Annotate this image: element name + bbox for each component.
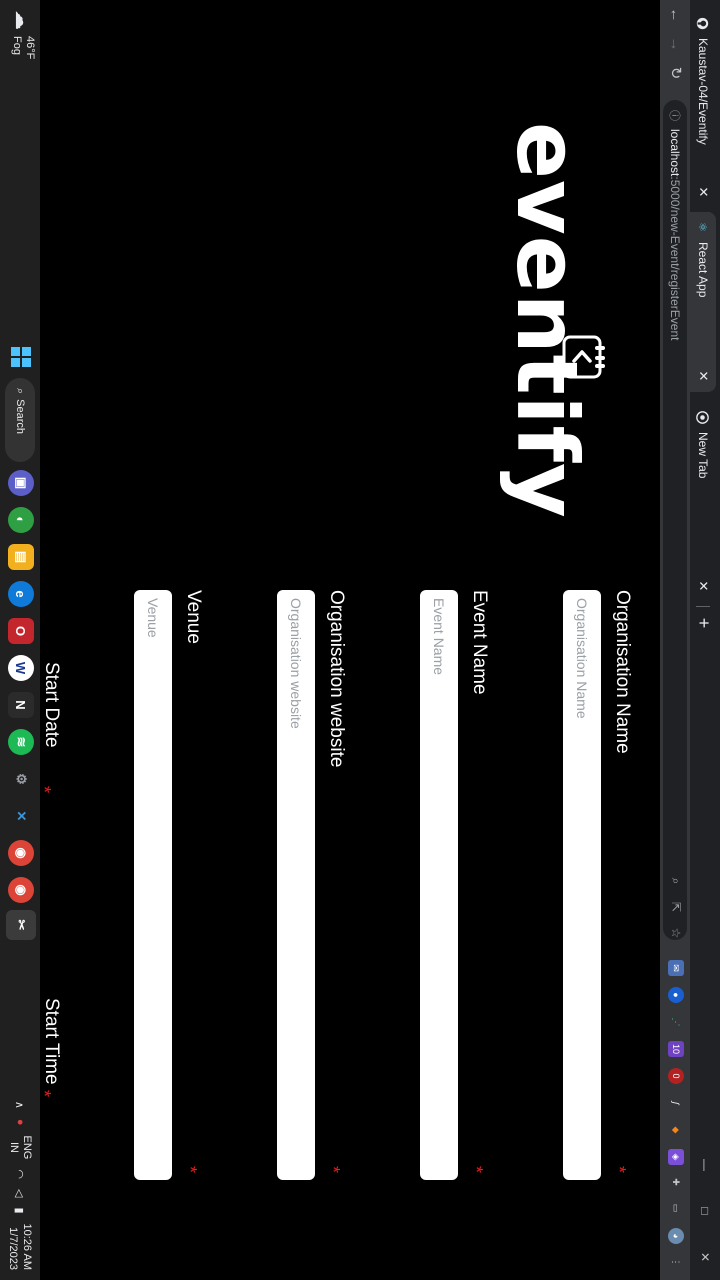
logo: eventify [498, 116, 605, 519]
venue-input[interactable] [134, 590, 172, 1180]
close-window-button[interactable]: ✕ [690, 1234, 720, 1280]
file-explorer-icon[interactable]: ▤ [8, 544, 34, 570]
field-event-name: Event Name * [420, 590, 490, 1190]
organisation-website-input[interactable] [277, 590, 315, 1180]
window-controls: — □ ✕ [690, 1142, 720, 1280]
tab-label: New Tab [696, 432, 710, 479]
settings-gear-icon[interactable]: ⚙ [8, 766, 34, 792]
address-bar[interactable]: ⓘ localhost:5000/new-Event/registerEvent [663, 100, 687, 940]
close-icon[interactable]: ✕ [695, 368, 711, 384]
weather-condition: Fog [11, 36, 23, 55]
chrome-icon [696, 410, 710, 424]
screen: Kaustav-04/Eventify ✕ ⚛ React App ✕ New … [0, 0, 720, 1280]
clock[interactable]: 10:26 AM 1/7/2023 [6, 1224, 34, 1270]
react-icon: ⚛ [696, 222, 709, 232]
required-mark: * [466, 1166, 486, 1174]
url-path: :5000/new-Event/registerEvent [668, 176, 682, 341]
field-label: Organisation Name [612, 590, 633, 754]
menu-icon[interactable]: ⋮ [668, 1254, 684, 1270]
start-date-label: Start Date [41, 662, 62, 748]
field-organisation-website: Organisation website * [277, 590, 347, 1190]
tab-github[interactable]: Kaustav-04/Eventify ✕ [690, 8, 716, 208]
office-icon[interactable]: O [8, 618, 34, 644]
weather-temp: 46°F [24, 36, 36, 60]
github-icon [696, 16, 710, 30]
zoom-icon[interactable]: ⌕ [667, 872, 685, 890]
minimize-button[interactable]: — [690, 1142, 720, 1188]
required-mark: * [323, 1166, 343, 1174]
puzzle-icon[interactable]: ✚ [668, 1174, 684, 1190]
extension-icon[interactable]: 0 [668, 1068, 684, 1084]
wifi-icon[interactable]: ◠ [14, 1169, 27, 1179]
reload-button[interactable]: ↻ [664, 62, 686, 84]
field-label: Event Name [469, 590, 490, 695]
snipping-tool-icon[interactable]: ✂ [6, 910, 36, 940]
weather-widget[interactable]: ☁ 46°F Fog [10, 10, 36, 59]
search-icon: ⌕ [14, 388, 27, 395]
required-mark: * [180, 1166, 200, 1174]
forward-button[interactable]: → [664, 33, 686, 55]
required-mark: * [609, 1166, 629, 1174]
info-icon[interactable]: ⓘ [667, 110, 683, 121]
taskbar-search[interactable]: ⌕ Search [5, 378, 35, 462]
chrome-icon[interactable]: ◉ [8, 840, 34, 866]
url-host: localhost [668, 129, 682, 177]
tab-strip: Kaustav-04/Eventify ✕ ⚛ React App ✕ New … [690, 0, 720, 1280]
app-icon[interactable]: W [8, 655, 34, 681]
sidepanel-icon[interactable]: ▭ [668, 1200, 684, 1216]
bookmark-star-icon[interactable]: ☆ [667, 924, 685, 942]
event-name-input[interactable] [420, 590, 458, 1180]
field-label: Organisation website [326, 590, 347, 768]
chevron-up-icon[interactable]: ∧ [14, 1101, 27, 1109]
field-venue: Venue * [134, 590, 204, 1190]
extension-icon[interactable]: ʃ [668, 1095, 684, 1111]
language-indicator[interactable]: ENG IN [7, 1136, 33, 1160]
extension-icon[interactable]: ● [668, 987, 684, 1003]
vscode-icon[interactable]: ✕ [8, 803, 34, 829]
logo-text: eventify [498, 122, 596, 519]
volume-icon[interactable]: ◁ [14, 1189, 27, 1197]
extension-icon[interactable]: 10 [668, 1041, 684, 1057]
time: 10:26 AM [21, 1223, 33, 1270]
browser-toolbar: ← → ↻ ⓘ localhost:5000/new-Event/registe… [660, 0, 690, 1280]
organisation-name-input[interactable] [563, 590, 601, 1180]
profile-avatar[interactable]: ◕ [668, 1228, 684, 1244]
tray-app-icon[interactable]: ● [14, 1119, 26, 1126]
metamask-icon[interactable]: ◆ [668, 1122, 684, 1138]
chrome-icon[interactable]: ◉ [8, 877, 34, 903]
field-label: Venue [183, 590, 204, 644]
notion-icon[interactable]: N [8, 692, 34, 718]
extension-icon[interactable]: ✉ [668, 960, 684, 976]
tab-react-app[interactable]: ⚛ React App ✕ [690, 212, 716, 392]
battery-icon[interactable]: ▮ [14, 1207, 27, 1213]
edge-icon[interactable]: e [8, 581, 34, 607]
close-icon[interactable]: ✕ [695, 578, 711, 594]
back-button[interactable]: ← [664, 4, 686, 26]
windows-start-icon[interactable] [8, 344, 34, 370]
system-tray: ∧ ● ENG IN ◠ ◁ ▮ 10:26 AM 1/7/2023 [0, 1091, 40, 1270]
tab-label: Kaustav-04/Eventify [696, 38, 710, 145]
tab-label: React App [696, 242, 710, 298]
extension-icon[interactable]: ⋰ [668, 1014, 684, 1030]
maximize-button[interactable]: □ [690, 1188, 720, 1234]
cloud-icon: ☁ [11, 10, 34, 30]
page-content: eventify Organisation Name * Event Name … [34, 0, 660, 1280]
calendar-back-icon [562, 335, 605, 379]
spotify-icon[interactable]: ≋ [8, 729, 34, 755]
search-label: Search [14, 399, 26, 435]
field-organisation-name: Organisation Name * [563, 590, 633, 1190]
app-icon[interactable]: ◐ [8, 507, 34, 533]
tab-new-tab[interactable]: New Tab ✕ [690, 402, 716, 602]
date: 1/7/2023 [7, 1227, 19, 1270]
teams-chat-icon[interactable]: ▣ [8, 470, 34, 496]
new-tab-button[interactable]: + [692, 612, 714, 634]
taskbar: ☁ 46°F Fog ⌕ Search ▣ ◐ ▤ e O W N ≋ ⚙ ✕ ◉… [0, 0, 40, 1280]
start-time-label: Start Time [41, 998, 62, 1085]
extension-icon[interactable]: ◈ [668, 1149, 684, 1165]
share-icon[interactable]: ⇱ [667, 898, 685, 916]
close-icon[interactable]: ✕ [695, 184, 711, 200]
